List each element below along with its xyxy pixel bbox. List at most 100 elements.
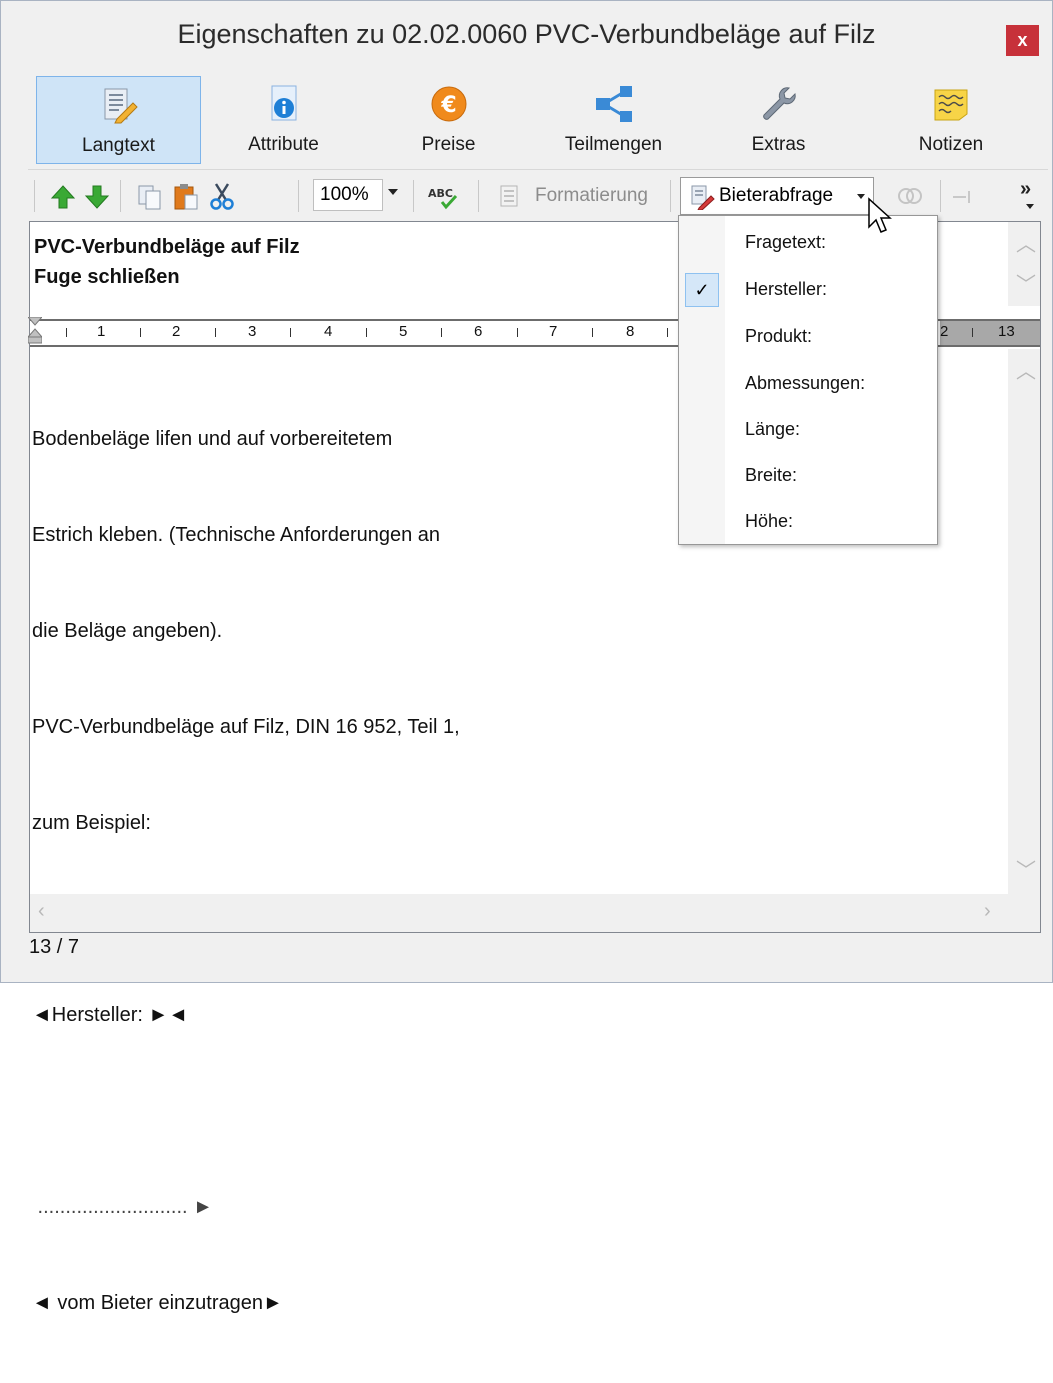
editor-toolbar: 100% ABC Formatierung Bieterabfrage »: [28, 169, 1048, 220]
arrow-down-icon[interactable]: [84, 180, 110, 212]
horizontal-scrollbar[interactable]: ‹ ›: [30, 894, 1040, 932]
tab-extras-label: Extras: [751, 134, 806, 155]
menu-item-fragetext[interactable]: Fragetext:: [745, 232, 826, 253]
ruler-tick: [667, 328, 668, 337]
menu-check-gutter: [679, 216, 725, 544]
ruler-tick: [592, 328, 593, 337]
tab-langtext[interactable]: Langtext: [36, 76, 201, 164]
ruler-number: 1: [97, 323, 106, 340]
window-title: Eigenschaften zu 02.02.0060 PVC-Verbundb…: [177, 19, 876, 49]
chevron-down-icon: [857, 194, 865, 199]
sticky-note-icon: [934, 89, 968, 121]
long-text-line: PVC-Verbundbeläge auf Filz, DIN 16 952, …: [32, 716, 460, 738]
toolbar-separator: [120, 180, 121, 212]
menu-item-laenge[interactable]: Länge:: [745, 419, 800, 440]
menu-item-hersteller[interactable]: Hersteller:: [745, 279, 827, 300]
close-button[interactable]: x: [1006, 25, 1039, 56]
long-text-line: [32, 1095, 460, 1127]
tab-attribute-label: Attribute: [248, 134, 319, 155]
tab-preise-label: Preise: [421, 134, 476, 155]
toolbar-grip: [34, 180, 35, 212]
ruler-tick: [972, 328, 973, 337]
tab-langtext-label: Langtext: [82, 135, 155, 156]
scroll-down-icon[interactable]: ﹀: [1016, 268, 1036, 297]
ribbon: Langtext Attribute € Preise Teilmengen E…: [1, 75, 1052, 167]
format-button[interactable]: Formatierung: [535, 180, 648, 212]
ruler-number: 7: [549, 323, 558, 340]
ruler-tick: [441, 328, 442, 337]
bidder-query-icon: [691, 185, 715, 210]
scroll-up-icon[interactable]: ︿: [1016, 228, 1036, 257]
scroll-right-icon[interactable]: ›: [984, 900, 991, 923]
scroll-left-icon[interactable]: ‹: [38, 900, 45, 923]
ruler-number: 3: [248, 323, 257, 340]
format-icon: [500, 185, 518, 207]
ruler-tick: [366, 328, 367, 337]
merge-icon: [898, 188, 922, 204]
status-position: 13 / 7: [29, 936, 80, 958]
ruler-tick: [290, 328, 291, 337]
indent-marker-icon[interactable]: [28, 317, 42, 345]
tab-attribute[interactable]: Attribute: [201, 76, 366, 164]
long-text-line: zum Beispiel:: [32, 812, 151, 834]
vertical-scrollbar[interactable]: ︿ ﹀: [1008, 349, 1040, 894]
bidder-input-line[interactable]: ........................... ►: [32, 1191, 460, 1223]
short-text-line: PVC-Verbundbeläge auf Filz: [34, 236, 300, 258]
text-field-icon: [953, 191, 970, 203]
toolbar-separator: [670, 180, 671, 212]
ruler-tick: [517, 328, 518, 337]
toolbar-separator: [940, 180, 941, 212]
menu-item-breite[interactable]: Breite:: [745, 465, 797, 486]
euro-icon: €: [431, 86, 466, 122]
bidder-field-hersteller[interactable]: ◄Hersteller: ►◄: [32, 999, 460, 1031]
arrow-up-icon[interactable]: [50, 180, 76, 212]
svg-text:€: €: [440, 93, 456, 118]
scissors-icon[interactable]: [208, 180, 236, 212]
tab-preise[interactable]: € Preise: [366, 76, 531, 164]
menu-item-hoehe[interactable]: Höhe:: [745, 511, 793, 532]
menu-item-produkt[interactable]: Produkt:: [745, 326, 812, 347]
copy-icon[interactable]: [136, 180, 164, 212]
title-bar: Eigenschaften zu 02.02.0060 PVC-Verbundb…: [1, 1, 1052, 75]
ruler-tick: [66, 328, 67, 337]
ruler-number: 4: [324, 323, 333, 340]
short-text-scrollbar[interactable]: ︿ ﹀: [1008, 222, 1040, 306]
bieterabfrage-button[interactable]: Bieterabfrage: [680, 177, 874, 215]
long-text[interactable]: Bodenbeläge lifen und auf vorbereitetem …: [32, 359, 460, 1383]
tab-extras[interactable]: Extras: [696, 76, 861, 164]
tab-teilmengen-label: Teilmengen: [564, 134, 663, 155]
scroll-down-icon[interactable]: ﹀: [1016, 854, 1036, 883]
long-text-line: Bodenbeläge lifen und auf vorbereitetem: [32, 428, 393, 450]
short-text-line: Fuge schließen: [34, 266, 180, 288]
info-document-icon: [271, 85, 296, 121]
short-text[interactable]: PVC-Verbundbeläge auf Filz Fuge schließe…: [34, 232, 300, 292]
bieterabfrage-label: Bieterabfrage: [719, 185, 834, 206]
overflow-chevron-down-icon[interactable]: [1026, 204, 1034, 209]
ruler-tick: [140, 328, 141, 337]
menu-item-abmessungen[interactable]: Abmessungen:: [745, 373, 865, 394]
paste-icon[interactable]: [172, 180, 200, 212]
ruler-number: 8: [626, 323, 635, 340]
toolbar-overflow-button[interactable]: »: [1020, 178, 1031, 201]
scroll-up-icon[interactable]: ︿: [1016, 355, 1036, 384]
wrench-icon: [762, 87, 796, 120]
ruler-number: 2: [940, 323, 949, 340]
toolbar-separator: [413, 180, 414, 212]
tab-notizen[interactable]: Notizen: [861, 76, 1041, 164]
long-text-line: Estrich kleben. (Technische Anforderunge…: [32, 524, 441, 546]
toolbar-separator: [478, 180, 479, 212]
bieterabfrage-menu: ✓ Fragetext: Hersteller: Produkt: Abmess…: [678, 215, 938, 545]
mouse-cursor-icon: [868, 197, 892, 233]
bidder-hint: ◄ vom Bieter einzutragen►: [32, 1292, 283, 1314]
toolbar-separator: [298, 180, 299, 212]
tab-teilmengen[interactable]: Teilmengen: [531, 76, 696, 164]
ruler-number: 5: [399, 323, 408, 340]
check-icon: ✓: [685, 273, 719, 307]
spellcheck-icon[interactable]: ABC: [426, 180, 460, 212]
zoom-select[interactable]: 100%: [313, 179, 383, 211]
zoom-dropdown-arrow-icon[interactable]: [388, 189, 398, 195]
ruler-number: 13: [998, 323, 1015, 340]
tab-notizen-label: Notizen: [918, 134, 984, 155]
ruler-tick: [215, 328, 216, 337]
ruler-number: 6: [474, 323, 483, 340]
